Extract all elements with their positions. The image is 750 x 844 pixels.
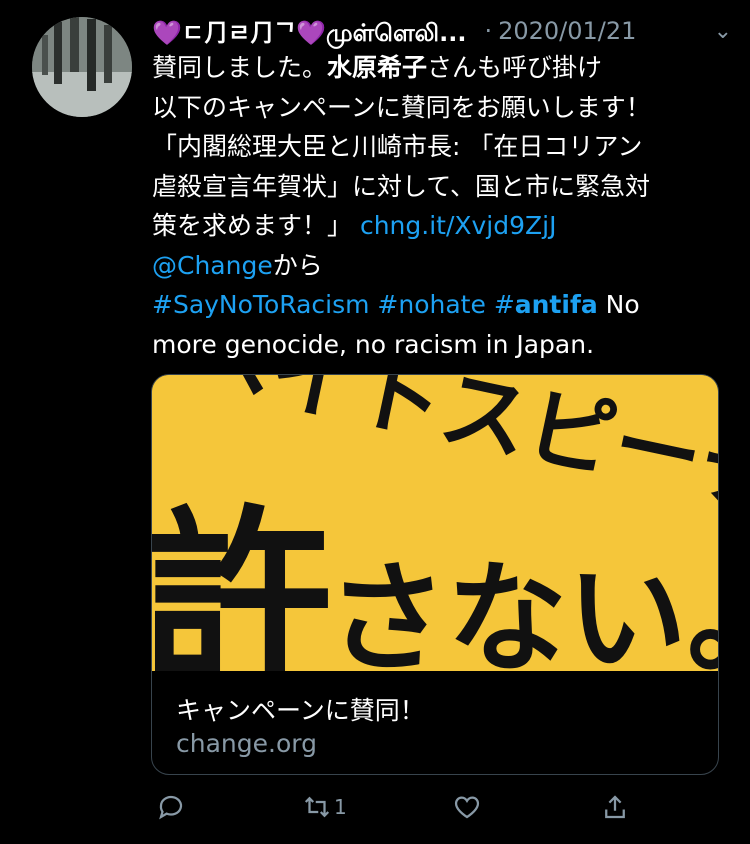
hashtag-link[interactable]: #SayNoToRacism [152, 290, 369, 319]
hashtag-bold: antifa [514, 290, 598, 319]
text-span: から [272, 250, 323, 280]
link-card[interactable]: ヘイトスピーチ、 許 さない。 キャンペーンに賛同！ change.org [151, 374, 719, 775]
heart-icon [454, 796, 480, 819]
text-span: さんも呼び掛け [427, 53, 603, 82]
campaign-link[interactable]: chng.it/Xvjd9ZjJ [360, 211, 557, 240]
text-span: No [597, 290, 640, 319]
avatar-image [32, 17, 132, 117]
chevron-down-icon[interactable]: ⌄ [714, 19, 732, 44]
image-text-bottom: さない。 [327, 550, 718, 671]
display-name[interactable]: 💜ㄷ⺆ㄹ⺆ᄀ💜முள்ளெலி... [152, 13, 466, 50]
hashtag-link[interactable]: #antifa [494, 290, 598, 319]
tweet-line: 以下のキャンペーンに賛同をお願いします！ [152, 92, 651, 122]
hashtag-link[interactable]: #nohate [377, 290, 485, 319]
card-image-art: ヘイトスピーチ、 許 さない。 [152, 375, 718, 671]
tweet-line: #SayNoToRacism #nohate #antifa No [152, 285, 732, 325]
text-span: 策を求めます！」 [152, 211, 360, 240]
avatar[interactable] [32, 17, 132, 117]
share-button[interactable] [600, 787, 630, 827]
retweet-button[interactable]: 1 [302, 787, 347, 827]
card-domain: change.org [176, 729, 317, 758]
retweet-count: 1 [334, 795, 347, 819]
tweet-line: more genocide, no racism in Japan. [152, 329, 595, 359]
tweet-line: 策を求めます！」 chng.it/Xvjd9ZjJ [152, 206, 732, 246]
image-text-big: 許 [152, 489, 332, 671]
tweet-line: 虐殺宣言年賀状」に対して、国と市に緊急対 [152, 171, 651, 201]
bold-text: 水原希子 [327, 53, 428, 82]
card-image: ヘイトスピーチ、 許 さない。 [152, 375, 718, 671]
tweet-date[interactable]: 2020/01/21 [498, 17, 636, 45]
share-icon [605, 795, 625, 819]
tweet-header: 💜ㄷ⺆ㄹ⺆ᄀ💜முள்ளெலி... · 2020/01/21 ⌄ [152, 12, 732, 50]
hashtag-prefix: # [493, 290, 515, 319]
tweet-line: 賛同しました。水原希子さんも呼び掛け [152, 48, 732, 88]
tweet-line: 「内閣総理大臣と川崎市長: 「在日コリアン [152, 132, 643, 161]
reply-icon [159, 795, 183, 820]
tweet-actions: 1 [152, 787, 642, 827]
tweet-line: @Changeから [152, 246, 732, 286]
reply-button[interactable] [156, 787, 186, 827]
mention-link[interactable]: @Change [152, 251, 273, 280]
retweet-icon [304, 796, 330, 818]
tweet-text: 賛同しました。水原希子さんも呼び掛け 以下のキャンペーンに賛同をお願いします！ … [152, 48, 732, 364]
text-span: 賛同しました。 [152, 53, 328, 82]
card-title: キャンペーンに賛同！ [176, 696, 425, 725]
separator-dot: · [484, 17, 493, 45]
like-button[interactable] [452, 787, 482, 827]
